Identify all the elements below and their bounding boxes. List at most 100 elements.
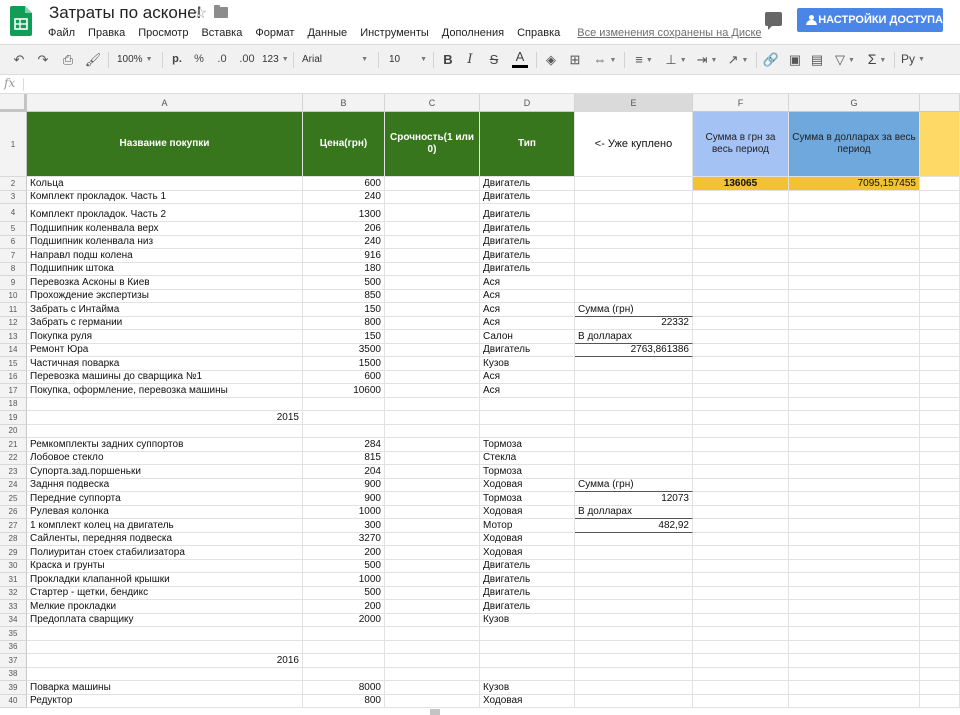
row-header[interactable]: 31 bbox=[0, 573, 27, 587]
save-status-link[interactable]: Все изменения сохранены на Диске bbox=[577, 26, 761, 40]
cell-h[interactable] bbox=[920, 235, 960, 249]
cell-h[interactable] bbox=[920, 316, 960, 330]
cell-c[interactable] bbox=[385, 343, 480, 357]
header-cell-c[interactable]: Срочность(1 или 0) bbox=[385, 112, 480, 177]
cell-b[interactable]: 284 bbox=[303, 438, 385, 452]
row-header[interactable]: 2 bbox=[0, 177, 27, 191]
header-cell-g[interactable]: Сумма в долларах за весь период bbox=[789, 112, 920, 177]
row-header[interactable]: 19 bbox=[0, 411, 27, 425]
cell-g[interactable] bbox=[789, 613, 920, 627]
cell-h[interactable] bbox=[920, 532, 960, 546]
cell-h[interactable] bbox=[920, 249, 960, 263]
merge-cells-icon[interactable]: ⇔ ▼ bbox=[592, 45, 618, 74]
cell-f[interactable] bbox=[693, 519, 789, 533]
cell-g[interactable] bbox=[789, 681, 920, 695]
cell-g[interactable] bbox=[789, 190, 920, 204]
cell-a[interactable]: Рулевая колонка bbox=[27, 505, 303, 519]
document-title[interactable]: Затраты по асконе! bbox=[49, 3, 201, 23]
cell-b[interactable] bbox=[303, 411, 385, 425]
cell-e[interactable] bbox=[575, 694, 693, 708]
cell-e[interactable] bbox=[575, 438, 693, 452]
row-header[interactable]: 26 bbox=[0, 505, 27, 519]
cell-g[interactable] bbox=[789, 465, 920, 479]
row-header[interactable]: 32 bbox=[0, 586, 27, 600]
cell-d[interactable]: Тормоза bbox=[480, 438, 575, 452]
cell-f[interactable] bbox=[693, 330, 789, 344]
row-header[interactable]: 13 bbox=[0, 330, 27, 344]
cell-b[interactable]: 150 bbox=[303, 303, 385, 317]
cell-b[interactable]: 500 bbox=[303, 559, 385, 573]
cell-h[interactable] bbox=[920, 681, 960, 695]
cell-g[interactable] bbox=[789, 438, 920, 452]
row-header[interactable]: 3 bbox=[0, 190, 27, 204]
cell-g[interactable] bbox=[789, 627, 920, 641]
cell-h[interactable] bbox=[920, 559, 960, 573]
cell-b[interactable]: 1000 bbox=[303, 505, 385, 519]
cell-h[interactable] bbox=[920, 478, 960, 492]
cell-d[interactable]: Ходовая bbox=[480, 478, 575, 492]
cell-e[interactable] bbox=[575, 627, 693, 641]
cell-a[interactable]: Перевозка Асконы в Киев bbox=[27, 276, 303, 290]
cell-f[interactable] bbox=[693, 438, 789, 452]
cell-d[interactable]: Ася bbox=[480, 384, 575, 398]
cell-c[interactable] bbox=[385, 289, 480, 303]
cell-a[interactable]: Краска и грунты bbox=[27, 559, 303, 573]
cell-g[interactable] bbox=[789, 694, 920, 708]
row-header[interactable]: 35 bbox=[0, 627, 27, 641]
cell-g[interactable] bbox=[789, 235, 920, 249]
cell-h[interactable] bbox=[920, 600, 960, 614]
cell-g[interactable] bbox=[789, 478, 920, 492]
cell-e[interactable]: Сумма (грн) bbox=[575, 303, 693, 317]
cell-e[interactable] bbox=[575, 357, 693, 371]
cell-h[interactable] bbox=[920, 640, 960, 654]
cell-e[interactable] bbox=[575, 204, 693, 222]
cell-g[interactable] bbox=[789, 532, 920, 546]
row-header[interactable]: 28 bbox=[0, 532, 27, 546]
cell-a[interactable]: Прохождение экспертизы bbox=[27, 289, 303, 303]
cell-d[interactable]: Двигатель bbox=[480, 222, 575, 236]
cell-e[interactable] bbox=[575, 384, 693, 398]
cell-d[interactable]: Тормоза bbox=[480, 492, 575, 506]
cell-c[interactable] bbox=[385, 681, 480, 695]
cell-g[interactable] bbox=[789, 424, 920, 438]
cell-f[interactable] bbox=[693, 343, 789, 357]
cell-d[interactable]: Мотор bbox=[480, 519, 575, 533]
cell-f[interactable] bbox=[693, 586, 789, 600]
cell-e[interactable] bbox=[575, 397, 693, 411]
cell-b[interactable]: 900 bbox=[303, 478, 385, 492]
row-header[interactable]: 4 bbox=[0, 204, 27, 222]
cell-g[interactable] bbox=[789, 249, 920, 263]
cell-h[interactable] bbox=[920, 289, 960, 303]
cell-e[interactable]: Сумма (грн) bbox=[575, 478, 693, 492]
cell-b[interactable]: 815 bbox=[303, 451, 385, 465]
cell-b[interactable]: 240 bbox=[303, 190, 385, 204]
row-header[interactable]: 16 bbox=[0, 370, 27, 384]
cell-b[interactable]: 500 bbox=[303, 276, 385, 290]
cell-h[interactable] bbox=[920, 370, 960, 384]
cell-g[interactable] bbox=[789, 451, 920, 465]
cell-h[interactable] bbox=[920, 112, 960, 177]
currency-format-button[interactable]: р. bbox=[168, 45, 186, 74]
cell-c[interactable] bbox=[385, 204, 480, 222]
cell-d[interactable]: Тормоза bbox=[480, 465, 575, 479]
cell-c[interactable] bbox=[385, 546, 480, 560]
cell-h[interactable] bbox=[920, 343, 960, 357]
cell-h[interactable] bbox=[920, 438, 960, 452]
cell-b[interactable]: 800 bbox=[303, 316, 385, 330]
cell-f[interactable] bbox=[693, 492, 789, 506]
cell-a[interactable]: 2015 bbox=[27, 411, 303, 425]
cell-b[interactable]: 3500 bbox=[303, 343, 385, 357]
row-header[interactable]: 34 bbox=[0, 613, 27, 627]
cell-d[interactable]: Кузов bbox=[480, 613, 575, 627]
row-header[interactable]: 25 bbox=[0, 492, 27, 506]
menu-data[interactable]: Данные bbox=[307, 26, 347, 40]
cell-f[interactable] bbox=[693, 667, 789, 681]
header-cell-d[interactable]: Тип bbox=[480, 112, 575, 177]
cell-d[interactable]: Двигатель bbox=[480, 190, 575, 204]
cell-d[interactable]: Кузов bbox=[480, 681, 575, 695]
cell-c[interactable] bbox=[385, 303, 480, 317]
cell-b[interactable]: 150 bbox=[303, 330, 385, 344]
cell-b[interactable]: 1000 bbox=[303, 573, 385, 587]
functions-button[interactable]: Σ ▼ bbox=[864, 45, 890, 74]
cell-g[interactable] bbox=[789, 586, 920, 600]
